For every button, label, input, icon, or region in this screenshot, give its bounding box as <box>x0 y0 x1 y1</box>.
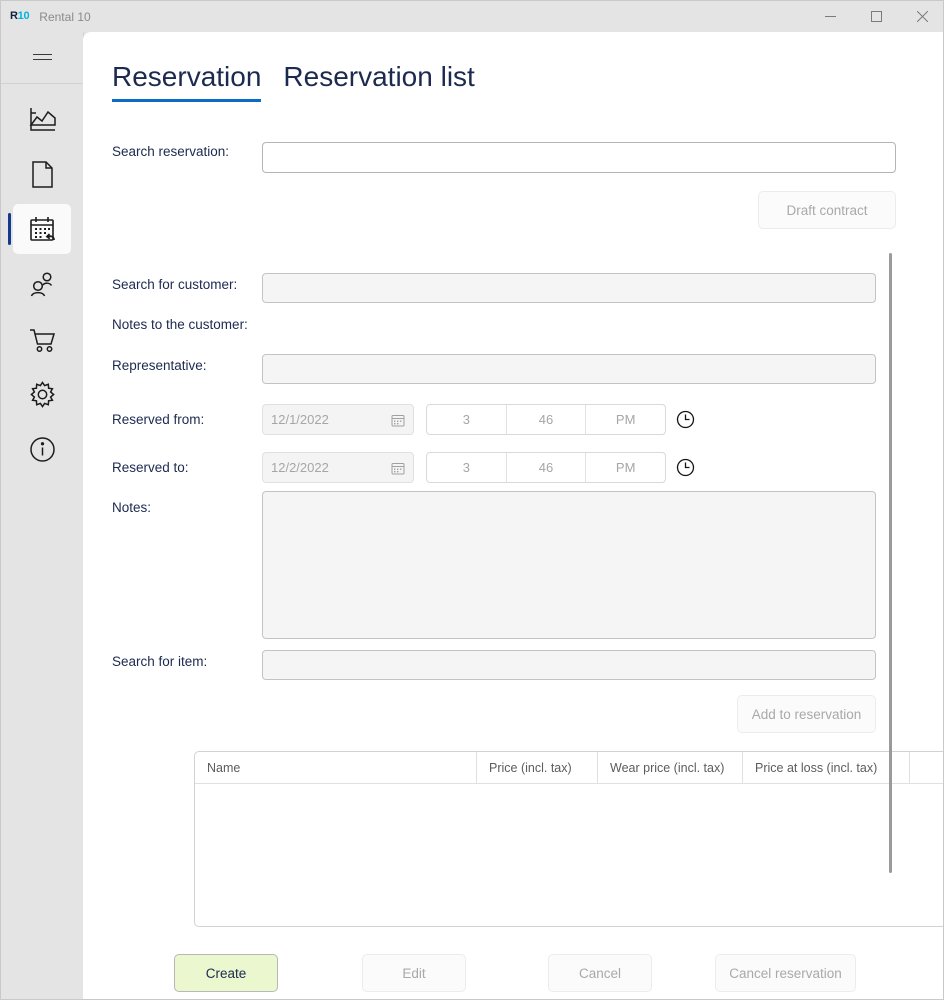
search-customer-input[interactable] <box>262 273 876 303</box>
reserved-to-meridiem[interactable]: PM <box>586 453 665 482</box>
reserved-from-hour[interactable]: 3 <box>427 405 507 434</box>
tab-reservation[interactable]: Reservation <box>112 61 262 102</box>
notes-to-customer-label: Notes to the customer: <box>112 317 248 332</box>
notes-row: Notes: <box>112 500 262 515</box>
reserved-to-hour[interactable]: 3 <box>427 453 507 482</box>
calendar-picker-icon[interactable] <box>391 461 405 480</box>
calendar-return-icon <box>27 214 58 245</box>
reserved-to-date-value: 12/2/2022 <box>271 460 329 475</box>
app-logo-letter: R <box>10 10 18 22</box>
document-icon <box>27 159 58 190</box>
content-scrollbar[interactable] <box>889 253 892 873</box>
reserved-from-date-value: 12/1/2022 <box>271 412 329 427</box>
notes-textarea[interactable] <box>262 491 876 639</box>
search-customer-label: Search for customer: <box>112 277 238 292</box>
app-window: R10 Rental 10 Reservation Reservation li… <box>0 0 944 1000</box>
content-area: Reservation Reservation list Search rese… <box>83 32 943 999</box>
search-customer-row: Search for customer: <box>112 277 262 292</box>
gear-icon <box>27 379 58 410</box>
notes-label: Notes: <box>112 500 152 515</box>
sidebar-item-dashboard[interactable] <box>13 94 71 144</box>
sidebar <box>1 32 84 999</box>
maximize-button[interactable] <box>853 1 899 32</box>
cancel-button[interactable]: Cancel <box>548 954 652 992</box>
column-header-actions[interactable] <box>910 752 943 783</box>
reserved-from-row: Reserved from: 12/1/2022 3 46 PM <box>112 404 695 435</box>
cancel-reservation-button[interactable]: Cancel reservation <box>715 954 856 992</box>
tab-bar: Reservation Reservation list <box>112 61 497 102</box>
title-bar: R10 Rental 10 <box>1 1 943 32</box>
clock-icon[interactable] <box>676 458 695 477</box>
reserved-from-time-input[interactable]: 3 46 PM <box>426 404 666 435</box>
clock-icon[interactable] <box>676 410 695 429</box>
people-icon <box>27 269 58 300</box>
close-button[interactable] <box>899 1 943 32</box>
search-item-input[interactable] <box>262 650 876 680</box>
column-header-price[interactable]: Price (incl. tax) <box>477 752 598 783</box>
reserved-to-minute[interactable]: 46 <box>507 453 587 482</box>
sidebar-item-customers[interactable] <box>13 259 71 309</box>
reserved-from-label: Reserved from: <box>112 412 205 427</box>
hamburger-icon <box>32 50 52 64</box>
hamburger-menu-button[interactable] <box>18 37 66 77</box>
sidebar-item-documents[interactable] <box>13 149 71 199</box>
shopping-cart-icon <box>27 324 58 355</box>
notes-to-customer-row: Notes to the customer: <box>112 317 248 332</box>
reserved-from-meridiem[interactable]: PM <box>586 405 665 434</box>
sidebar-item-about[interactable] <box>13 424 71 474</box>
app-logo: R10 <box>10 10 30 22</box>
sidebar-item-orders[interactable] <box>13 314 71 364</box>
chart-icon <box>27 104 58 135</box>
sidebar-item-settings[interactable] <box>13 369 71 419</box>
reserved-to-row: Reserved to: 12/2/2022 3 46 PM <box>112 452 695 483</box>
representative-label: Representative: <box>112 358 207 373</box>
window-title: Rental 10 <box>39 9 91 24</box>
add-to-reservation-button[interactable]: Add to reservation <box>737 695 876 733</box>
table-header-row: Name Price (incl. tax) Wear price (incl.… <box>195 752 943 784</box>
window-controls <box>807 1 943 32</box>
calendar-picker-icon[interactable] <box>391 413 405 432</box>
action-bar: Create Edit Cancel Cancel reservation <box>83 937 943 999</box>
info-icon <box>27 434 58 465</box>
draft-contract-button[interactable]: Draft contract <box>758 191 896 229</box>
column-header-name[interactable]: Name <box>195 752 477 783</box>
reservation-items-table: Name Price (incl. tax) Wear price (incl.… <box>194 751 943 927</box>
sidebar-divider <box>1 83 83 84</box>
column-header-price-at-loss[interactable]: Price at loss (incl. tax) <box>743 752 910 783</box>
minimize-button[interactable] <box>807 1 853 32</box>
search-reservation-label: Search reservation: <box>112 144 230 159</box>
column-header-wear-price[interactable]: Wear price (incl. tax) <box>598 752 743 783</box>
tab-reservation-list[interactable]: Reservation list <box>283 61 474 99</box>
sidebar-nav <box>1 94 83 474</box>
reserved-to-time-input[interactable]: 3 46 PM <box>426 452 666 483</box>
search-item-row: Search for item: <box>112 654 262 669</box>
sidebar-item-reservations[interactable] <box>8 204 71 254</box>
reserved-from-date-input[interactable]: 12/1/2022 <box>262 404 414 435</box>
reserved-to-date-input[interactable]: 12/2/2022 <box>262 452 414 483</box>
reserved-to-label: Reserved to: <box>112 460 189 475</box>
edit-button[interactable]: Edit <box>362 954 466 992</box>
representative-row: Representative: <box>112 358 262 373</box>
search-reservation-input[interactable] <box>262 142 896 173</box>
create-button[interactable]: Create <box>174 954 278 992</box>
app-logo-number: 10 <box>17 10 30 22</box>
reserved-from-minute[interactable]: 46 <box>507 405 587 434</box>
search-item-label: Search for item: <box>112 654 208 669</box>
search-reservation-row: Search reservation: <box>112 144 262 159</box>
representative-input[interactable] <box>262 354 876 384</box>
